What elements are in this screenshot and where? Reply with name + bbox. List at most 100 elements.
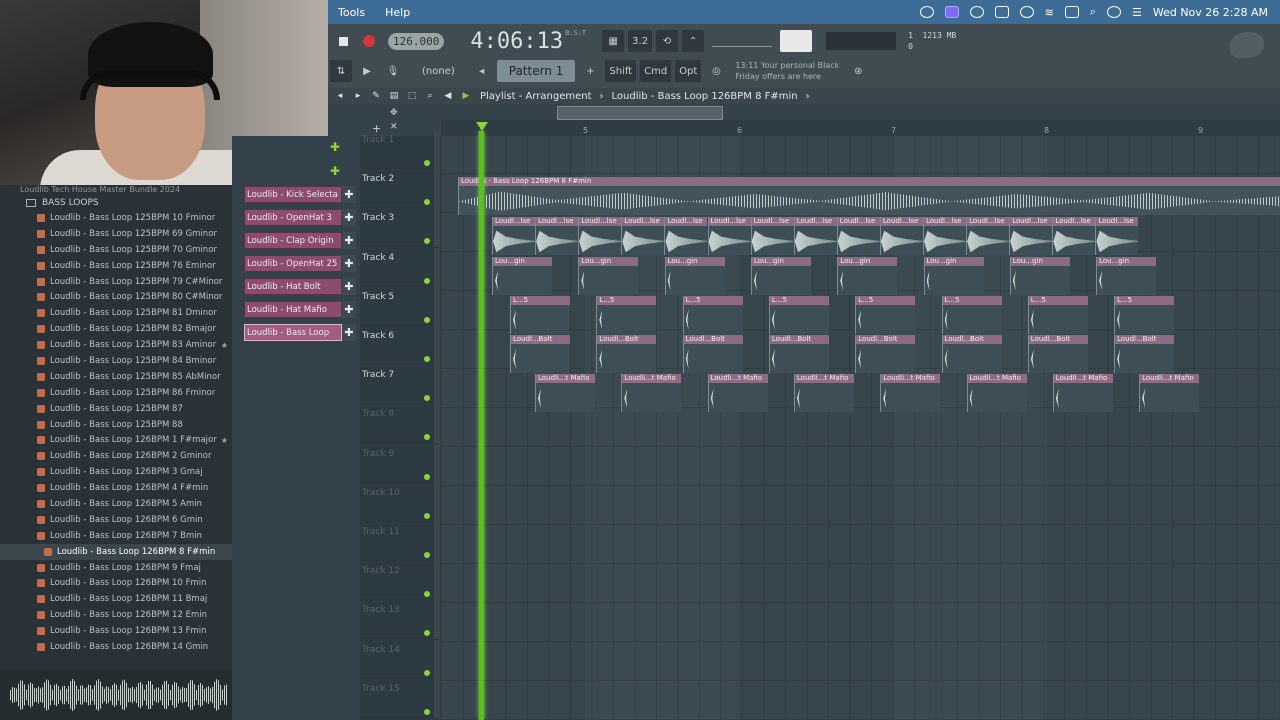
playlist-clip[interactable]: Lou...gin bbox=[1096, 256, 1157, 295]
playlist-clip[interactable]: Loudl...lse bbox=[621, 217, 665, 256]
pattern-snap-icon[interactable]: ⇅ bbox=[330, 60, 352, 82]
browser-item[interactable]: Loudlib - Bass Loop 126BPM 2 Gminor bbox=[0, 448, 232, 464]
news-icon[interactable]: ◎ bbox=[705, 60, 727, 82]
channel-add-icon[interactable]: ✚ bbox=[342, 186, 356, 203]
browser-item[interactable]: Loudlib - Bass Loop 126BPM 13 Fmin bbox=[0, 623, 232, 639]
track-resize-handle[interactable] bbox=[434, 561, 440, 601]
playlist-clip[interactable]: Loudl...lse bbox=[836, 217, 880, 256]
master-volume-slider[interactable] bbox=[708, 30, 776, 52]
playlist-clip[interactable]: L...5 bbox=[596, 295, 657, 334]
playlist-clip[interactable]: Loudl...lse bbox=[707, 217, 751, 256]
pattern-prev-icon[interactable]: ◂ bbox=[471, 60, 493, 82]
browser-item[interactable]: Loudlib - Bass Loop 126BPM 4 F#min bbox=[0, 480, 232, 496]
browser-item[interactable]: Loudlib - Bass Loop 126BPM 12 Emin bbox=[0, 607, 232, 623]
channel-button[interactable]: Loudlib - Bass Loop bbox=[244, 324, 342, 341]
playlist-clip[interactable]: Loudl...lse bbox=[578, 217, 622, 256]
playlist-clip[interactable]: Loudli...t Mafio bbox=[535, 374, 595, 413]
track-resize-handle[interactable] bbox=[434, 169, 440, 209]
playlist-clip[interactable]: Loudli...t Mafio bbox=[707, 374, 768, 413]
track-resize-handle[interactable] bbox=[434, 404, 440, 444]
browser-parent-folder[interactable]: Loudlib Tech House Master Bundle 2024 bbox=[0, 185, 232, 195]
browser-item[interactable]: Loudlib - Bass Loop 125BPM 88 bbox=[0, 417, 232, 433]
track-header[interactable]: Track 10 bbox=[360, 482, 440, 522]
track-header[interactable]: Track 12 bbox=[360, 561, 440, 601]
playlist-clip[interactable]: Loudl...Bolt bbox=[1114, 335, 1175, 373]
playlist-clip[interactable]: Loudl...lse bbox=[793, 217, 837, 256]
browser-item[interactable]: Loudlib - Bass Loop 125BPM 80 C#Minor bbox=[0, 289, 232, 305]
track-header[interactable]: Track 7 bbox=[360, 365, 440, 405]
playlist-clip[interactable]: Loudl...Bolt bbox=[941, 335, 1002, 373]
shift-key-button[interactable]: Shift bbox=[605, 60, 637, 82]
track-mute-led-icon[interactable] bbox=[424, 512, 430, 519]
track-mute-led-icon[interactable] bbox=[424, 238, 430, 245]
loop-record-icon[interactable]: ⟲ bbox=[656, 30, 679, 52]
browser-folder[interactable]: BASS LOOPS bbox=[0, 195, 232, 210]
track-resize-handle[interactable] bbox=[434, 482, 440, 522]
search-icon[interactable]: ⌕ bbox=[1090, 5, 1096, 19]
track-resize-handle[interactable] bbox=[434, 365, 440, 405]
playlist-clip[interactable]: L...5 bbox=[682, 295, 743, 334]
tempo-display[interactable]: 126.000 bbox=[384, 30, 448, 52]
track-resize-handle[interactable] bbox=[434, 286, 440, 326]
track-header[interactable]: Track 1 bbox=[360, 130, 440, 169]
battery-icon[interactable] bbox=[1064, 6, 1079, 18]
browser-item[interactable]: Loudlib - Bass Loop 126BPM 1 F#major ★ bbox=[0, 432, 232, 448]
track-resize-handle[interactable] bbox=[434, 247, 440, 287]
browser-item[interactable]: Loudlib - Bass Loop 126BPM 11 Bmaj bbox=[0, 591, 232, 607]
play-arrangement-icon[interactable]: ▶ bbox=[460, 91, 472, 101]
playlist-clip[interactable]: Loudl...lse bbox=[879, 217, 923, 256]
playlist-clip[interactable]: Loudl...lse bbox=[535, 217, 579, 256]
news-panel[interactable]: 13:11 Your personal Black Friday offers a… bbox=[731, 60, 843, 82]
browser-item[interactable]: Loudlib - Bass Loop 125BPM 10 Fminor bbox=[0, 210, 232, 226]
playlist-grid[interactable]: Loudlib - Bass Loop 126BPM 8 F#min Loudl.… bbox=[441, 136, 1280, 720]
track-header[interactable]: Track 2 bbox=[360, 169, 440, 209]
browser-item[interactable]: Loudlib - Bass Loop 125BPM 69 Gminor bbox=[0, 226, 232, 242]
pin-icon[interactable]: ◂ bbox=[334, 91, 346, 101]
track-header[interactable]: Track 14 bbox=[360, 639, 440, 679]
channel-add-icon[interactable]: ✚ bbox=[342, 278, 356, 295]
channel-button[interactable]: Loudlib - Hat Mafio bbox=[244, 301, 342, 318]
playlist-clip[interactable]: Loudl...lse bbox=[750, 217, 794, 256]
browser-item[interactable]: Loudlib - Bass Loop 125BPM 70 Gminor bbox=[0, 242, 232, 258]
playlist-clip[interactable]: Loudli...t Mafio bbox=[880, 374, 941, 413]
playlist-clip[interactable]: Loudl...lse bbox=[664, 217, 708, 256]
track-mute-led-icon[interactable] bbox=[424, 552, 430, 558]
menu-tools[interactable]: Tools bbox=[328, 6, 375, 19]
user-icon[interactable] bbox=[1106, 6, 1121, 18]
playlist-clip[interactable]: L...5 bbox=[941, 295, 1002, 334]
playlist-clip[interactable]: Loudl...Bolt bbox=[1027, 335, 1088, 373]
online-icon[interactable]: ⊛ bbox=[847, 60, 869, 82]
track-header[interactable]: Track 13 bbox=[360, 600, 440, 640]
playlist-clip[interactable]: Loudli...t Mafio bbox=[1052, 374, 1113, 413]
playlist-clip[interactable]: Loudl...Bolt bbox=[596, 335, 657, 373]
creative-cloud-icon[interactable] bbox=[919, 6, 934, 18]
channel-button[interactable]: Loudlib - Hat Bolt bbox=[244, 278, 342, 295]
add-pattern-button[interactable]: + bbox=[579, 60, 601, 82]
browser-item[interactable]: Loudlib - Bass Loop 125BPM 79 C#Minor bbox=[0, 274, 232, 290]
browser-item[interactable]: Loudlib - Bass Loop 125BPM 84 Bminor bbox=[0, 353, 232, 369]
track-header[interactable]: Track 5 bbox=[360, 286, 440, 326]
playlist-clip[interactable]: Loudli...t Mafio bbox=[621, 374, 682, 413]
channel-add-icon[interactable]: ✚ bbox=[342, 255, 356, 272]
add-channel-icon[interactable]: ✚ bbox=[330, 140, 340, 154]
track-mute-led-icon[interactable] bbox=[424, 591, 430, 598]
obs-icon[interactable] bbox=[969, 6, 984, 18]
playlist-clip[interactable]: L...5 bbox=[855, 295, 916, 334]
channel-button[interactable]: Loudlib - OpenHat 3 bbox=[244, 209, 342, 226]
playlist-clip[interactable]: Lou...gin bbox=[492, 256, 552, 295]
track-mute-led-icon[interactable] bbox=[424, 316, 430, 323]
browser-item[interactable]: Loudlib - Bass Loop 125BPM 76 Eminor bbox=[0, 258, 232, 274]
playhead-marker[interactable] bbox=[476, 122, 488, 131]
track-mute-led-icon[interactable] bbox=[424, 395, 430, 402]
channel-add-icon[interactable]: ✚ bbox=[342, 209, 356, 226]
track-mute-led-icon[interactable] bbox=[424, 277, 430, 284]
playlist-clip[interactable]: Loudl...lse bbox=[1095, 217, 1139, 256]
playlist-clip[interactable]: L...5 bbox=[510, 295, 570, 334]
playlist-clip[interactable]: Loudl...Bolt bbox=[855, 335, 916, 373]
track-header[interactable]: Track 6 bbox=[360, 326, 440, 365]
track-header[interactable]: Track 11 bbox=[360, 522, 440, 561]
track-resize-handle[interactable] bbox=[434, 639, 440, 679]
screen-record-icon[interactable] bbox=[944, 6, 959, 18]
playlist-clip[interactable]: L...5 bbox=[1114, 295, 1175, 334]
playlist-clip[interactable]: Loudl...Bolt bbox=[510, 335, 570, 373]
